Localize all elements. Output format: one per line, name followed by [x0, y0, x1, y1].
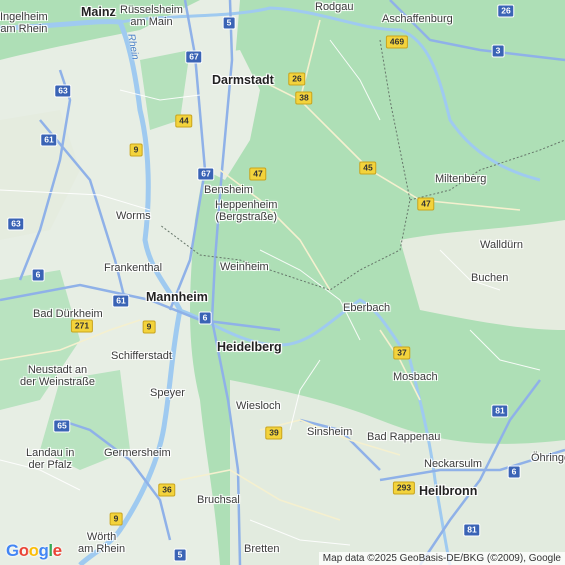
road-shield-b45: 45: [359, 161, 377, 175]
city-label-landau[interactable]: Landau in der Pfalz: [26, 447, 74, 471]
city-label-mosbach[interactable]: Mosbach: [393, 371, 438, 383]
city-label-sinsheim[interactable]: Sinsheim: [307, 426, 352, 438]
road-shield-a6: 6: [507, 465, 521, 479]
city-label-worth[interactable]: Wörth am Rhein: [78, 531, 125, 555]
city-label-miltenberg[interactable]: Miltenberg: [435, 173, 486, 185]
road-shield-b293: 293: [392, 481, 416, 495]
road-shield-b9: 9: [142, 320, 156, 334]
city-label-ruesselsheim[interactable]: Rüsselsheim am Main: [120, 4, 183, 28]
road-shield-a67: 67: [185, 50, 203, 64]
city-label-bensheim[interactable]: Bensheim: [204, 184, 253, 196]
road-shield-a63: 63: [54, 84, 72, 98]
city-label-heilbronn[interactable]: Heilbronn: [419, 485, 477, 498]
city-label-baddurkheim[interactable]: Bad Dürkheim: [33, 308, 103, 320]
road-shield-b271: 271: [70, 319, 94, 333]
road-shield-b26: 26: [288, 72, 306, 86]
road-shield-b37: 37: [393, 346, 411, 360]
city-label-ohringen[interactable]: Öhringe: [531, 452, 565, 464]
road-shield-b36: 36: [158, 483, 176, 497]
city-label-heidelberg[interactable]: Heidelberg: [217, 341, 282, 354]
road-shield-a6: 6: [198, 311, 212, 325]
city-label-bretten[interactable]: Bretten: [244, 543, 279, 555]
road-shield-b38: 38: [295, 91, 313, 105]
road-shield-a6: 6: [31, 268, 45, 282]
road-shield-b47: 47: [249, 167, 267, 181]
city-label-wiesloch[interactable]: Wiesloch: [236, 400, 281, 412]
city-label-eberbach[interactable]: Eberbach: [343, 302, 390, 314]
road-shield-b39: 39: [265, 426, 283, 440]
road-shield-a67: 67: [197, 167, 215, 181]
google-logo: Google: [6, 541, 62, 560]
city-label-frankenthal[interactable]: Frankenthal: [104, 262, 162, 274]
road-shield-b9: 9: [109, 512, 123, 526]
map-attribution[interactable]: Map data ©2025 GeoBasis-DE/BKG (©2009), …: [318, 552, 565, 565]
road-shield-a81: 81: [491, 404, 509, 418]
city-label-schifferstadt[interactable]: Schifferstadt: [111, 350, 172, 362]
road-shield-a65: 65: [53, 419, 71, 433]
city-label-mannheim[interactable]: Mannheim: [146, 291, 208, 304]
road-shield-a3: 3: [491, 44, 505, 58]
road-shield-a63: 63: [7, 217, 25, 231]
road-shield-b9: 9: [129, 143, 143, 157]
road-shield-a5: 5: [173, 548, 187, 562]
city-label-rodgau[interactable]: Rodgau: [315, 1, 354, 13]
road-shield-a61: 61: [112, 294, 130, 308]
city-label-aschaffenburg[interactable]: Aschaffenburg: [382, 13, 453, 25]
city-label-mainz[interactable]: Mainz: [81, 6, 116, 19]
city-label-worms[interactable]: Worms: [116, 210, 151, 222]
road-shield-b469: 469: [385, 35, 409, 49]
road-shield-a61: 61: [40, 133, 58, 147]
city-label-speyer[interactable]: Speyer: [150, 387, 185, 399]
road-shield-26: 26: [497, 4, 515, 18]
city-label-darmstadt[interactable]: Darmstadt: [212, 74, 274, 87]
city-label-bruchsal[interactable]: Bruchsal: [197, 494, 240, 506]
city-label-weinheim[interactable]: Weinheim: [220, 261, 269, 273]
city-label-walldurn[interactable]: Walldürn: [480, 239, 523, 251]
map-canvas[interactable]: Mainz Rüsselsheim am Main Rodgau Aschaff…: [0, 0, 565, 565]
city-label-badrappenau[interactable]: Bad Rappenau: [367, 431, 440, 443]
road-shield-b44: 44: [175, 114, 193, 128]
city-label-buchen[interactable]: Buchen: [471, 272, 508, 284]
city-label-ingelheim[interactable]: Ingelheim am Rhein: [0, 11, 48, 35]
city-label-neustadt[interactable]: Neustadt an der Weinstraße: [20, 364, 95, 388]
state-border: [409, 139, 565, 201]
road-shield-a81: 81: [463, 523, 481, 537]
city-label-heppenheim[interactable]: Heppenheim (Bergstraße): [215, 199, 277, 223]
city-label-germersheim[interactable]: Germersheim: [104, 447, 171, 459]
city-label-neckarsulm[interactable]: Neckarsulm: [424, 458, 482, 470]
road-shield-b47: 47: [417, 197, 435, 211]
road-shield-a5: 5: [222, 16, 236, 30]
